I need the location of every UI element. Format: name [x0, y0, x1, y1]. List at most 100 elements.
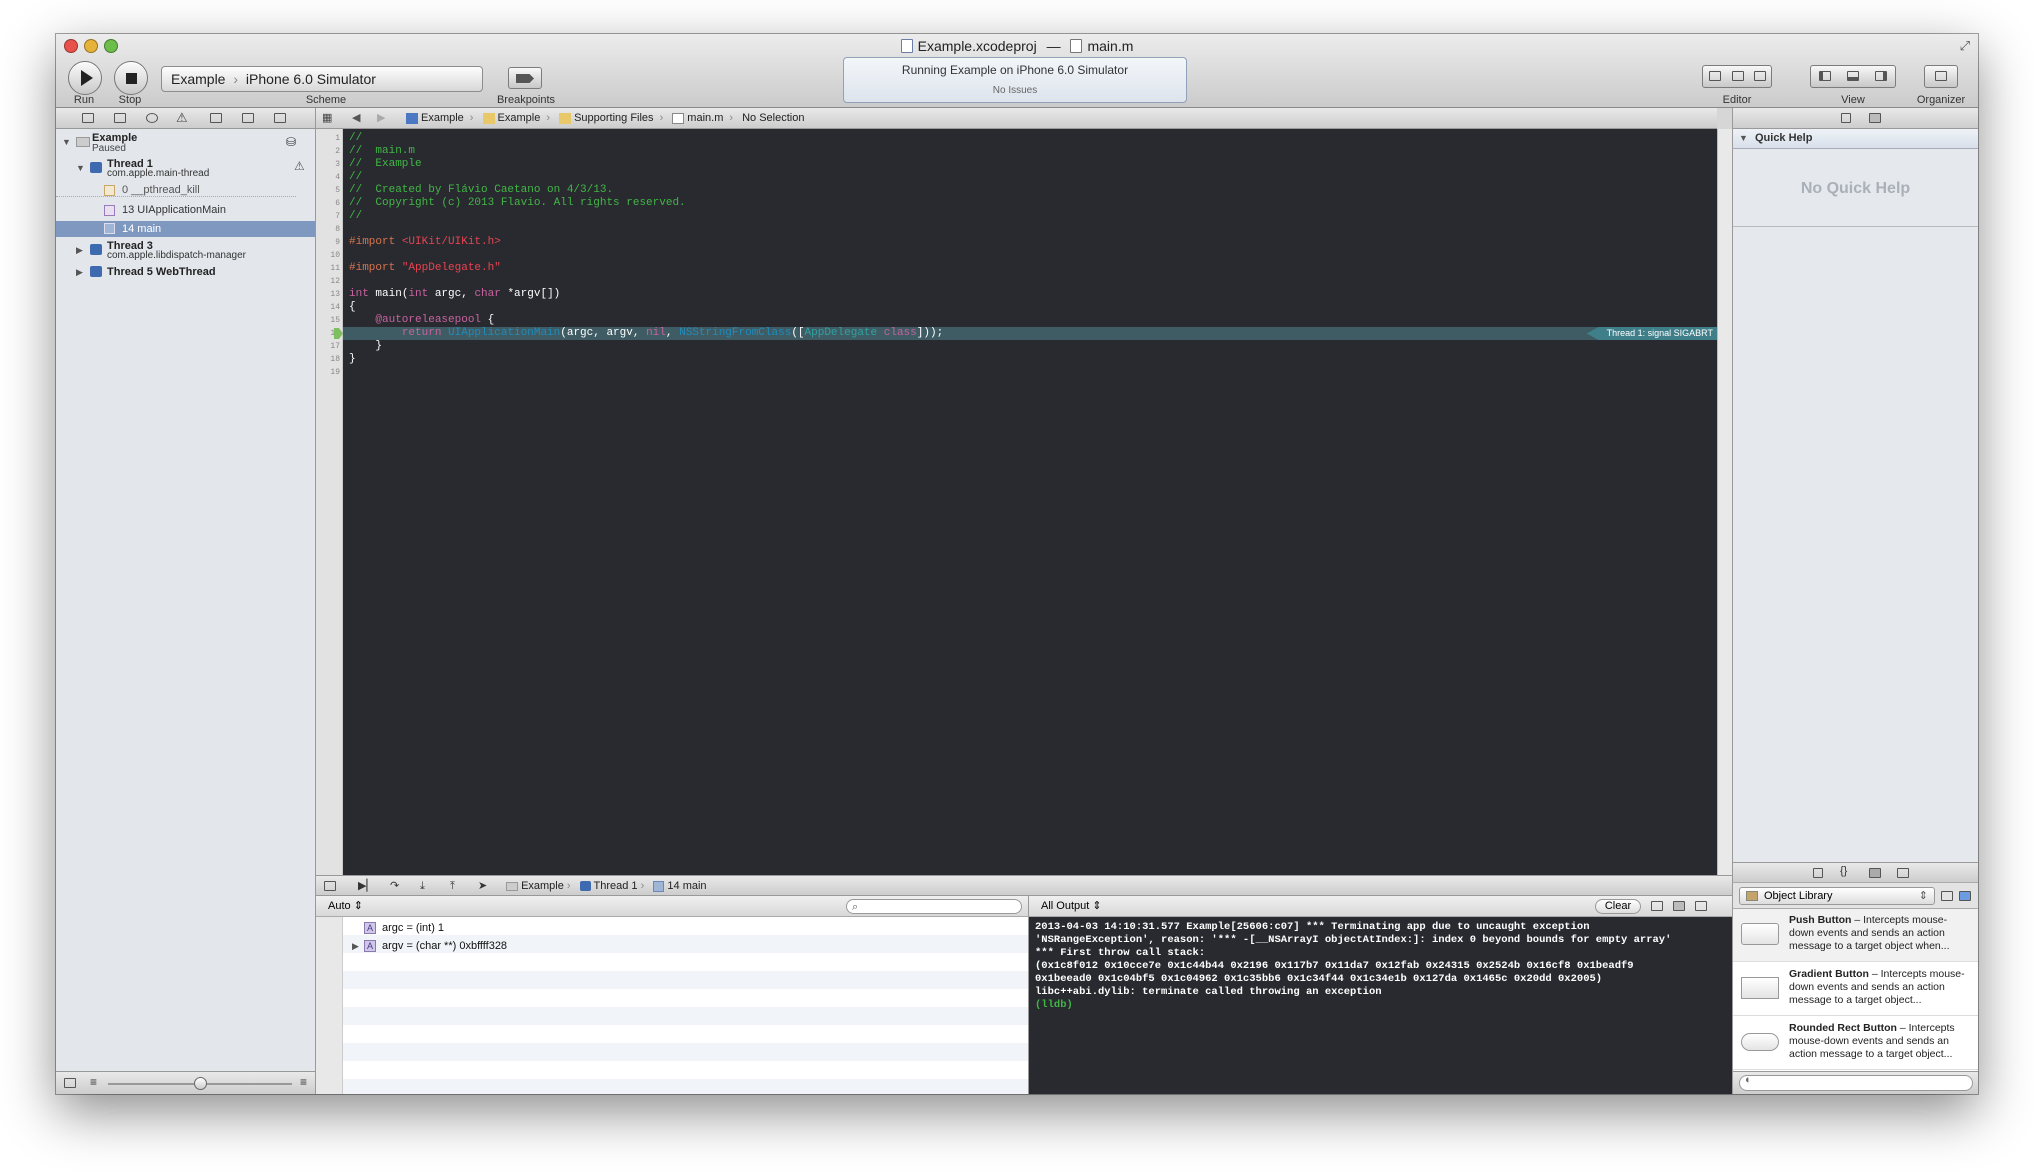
code-line[interactable]: //	[349, 210, 362, 223]
instruction-pointer-icon[interactable]	[334, 328, 343, 339]
variable-row[interactable]: ▶ Aargv = (char **) 0xbffff328	[352, 937, 507, 955]
library-popup[interactable]: Object Library ⇕	[1739, 887, 1935, 905]
run-button[interactable]	[68, 61, 102, 95]
code-line[interactable]: // main.m	[349, 145, 415, 158]
stop-button[interactable]	[114, 61, 148, 95]
thread-row-1[interactable]: ▼ Thread 1 com.apple.main-thread ⚠	[56, 158, 315, 181]
related-items-icon[interactable]: ▦	[322, 108, 332, 128]
icon-view-icon[interactable]	[1941, 891, 1953, 901]
editor-mode-segmented[interactable]	[1702, 65, 1772, 88]
object-library-list[interactable]: Push Button – Intercepts mouse-down even…	[1732, 909, 1978, 1071]
code-line[interactable]: //	[349, 132, 362, 145]
view-segmented[interactable]	[1810, 65, 1896, 88]
variables-search-field[interactable]: ⌕	[846, 899, 1022, 914]
back-arrow-icon[interactable]: ◀	[352, 108, 360, 128]
object-library-icon	[1746, 891, 1758, 901]
object-library-icon[interactable]	[1869, 868, 1881, 878]
code-line[interactable]: }	[349, 340, 382, 353]
log-navigator-icon[interactable]	[274, 113, 286, 123]
utilities-toggle-icon[interactable]	[1875, 71, 1887, 81]
media-library-icon[interactable]	[1897, 868, 1909, 878]
breadcrumb-supporting-files[interactable]: Supporting Files	[559, 108, 654, 128]
clear-console-button[interactable]: Clear	[1595, 899, 1641, 914]
disclosure-closed-icon[interactable]: ▶	[76, 243, 83, 257]
line-number-gutter[interactable]: 12345678910111213141516171819	[316, 129, 343, 875]
library-item[interactable]: Push Button – Intercepts mouse-down even…	[1733, 909, 1978, 962]
disclosure-open-icon[interactable]: ▼	[76, 161, 85, 175]
show-console-only-icon[interactable]	[1695, 901, 1707, 911]
standard-editor-icon[interactable]	[1709, 71, 1721, 81]
step-into-icon[interactable]: ⤓	[420, 876, 425, 896]
code-line[interactable]: #import "AppDelegate.h"	[349, 262, 501, 275]
simulate-location-icon[interactable]: ➤	[478, 876, 487, 896]
editor-scrollbar[interactable]	[1717, 129, 1732, 875]
show-both-icon[interactable]	[1673, 901, 1685, 911]
source-editor[interactable]: Thread 1: signal SIGABRT //// main.m// E…	[343, 129, 1717, 875]
hide-debug-area-icon[interactable]	[324, 881, 336, 891]
step-over-icon[interactable]: ↷	[390, 876, 399, 896]
organizer-button[interactable]	[1924, 65, 1958, 88]
process-row[interactable]: ▼ Example Paused ⛁	[56, 131, 315, 155]
show-variables-only-icon[interactable]	[1651, 901, 1663, 911]
frame-row-0[interactable]: 0 __pthread_kill	[56, 183, 296, 197]
thread-row-3[interactable]: ▶ Thread 3 com.apple.libdispatch-manager	[56, 240, 315, 263]
disclosure-closed-icon[interactable]: ▶	[76, 265, 83, 279]
continue-icon[interactable]: ▶▏	[358, 876, 375, 896]
frame-row-13[interactable]: 13 UIApplicationMain	[56, 203, 315, 217]
symbol-navigator-icon[interactable]	[114, 113, 126, 123]
code-line[interactable]: #import <UIKit/UIKit.h>	[349, 236, 501, 249]
code-line[interactable]: int main(int argc, char *argv[])	[349, 288, 560, 301]
library-item[interactable]: Gradient Button – Intercepts mouse-down …	[1733, 963, 1978, 1016]
library-item[interactable]: Rounded Rect Button – Intercepts mouse-d…	[1733, 1017, 1978, 1070]
console-output-popup[interactable]: All Output ⇕	[1041, 896, 1102, 916]
library-filter-field[interactable]: ◐	[1739, 1074, 1973, 1091]
code-line[interactable]: @autoreleasepool {	[349, 314, 494, 327]
assistant-editor-icon[interactable]	[1732, 71, 1744, 81]
forward-arrow-icon[interactable]: ▶	[377, 108, 385, 128]
list-view-icon[interactable]	[1959, 891, 1971, 901]
compress-stack-icon[interactable]: ≡	[90, 1075, 97, 1089]
variables-view[interactable]: Aargc = (int) 1 ▶ Aargv = (char **) 0xbf…	[316, 917, 1028, 1094]
disclosure-closed-icon[interactable]: ▶	[352, 937, 359, 955]
issue-navigator-icon[interactable]: ⚠	[176, 110, 188, 126]
variable-row[interactable]: Aargc = (int) 1	[364, 919, 444, 937]
step-out-icon[interactable]: ⤒	[450, 876, 455, 896]
search-navigator-icon[interactable]	[146, 113, 158, 123]
code-snippet-library-icon[interactable]: {}	[1840, 865, 1847, 877]
variables-scope-popup[interactable]: Auto ⇕	[328, 896, 363, 916]
file-inspector-icon[interactable]	[1841, 113, 1851, 123]
thread-row-5[interactable]: ▶ Thread 5 WebThread	[56, 265, 315, 279]
breadcrumb-group[interactable]: Example	[482, 108, 540, 128]
code-line[interactable]: // Copyright (c) 2013 Flavio. All rights…	[349, 197, 686, 210]
debug-gauges-icon[interactable]: ⛁	[286, 135, 296, 149]
show-only-crashed-icon[interactable]	[64, 1078, 76, 1088]
quick-help-header[interactable]: ▼ Quick Help	[1732, 129, 1978, 149]
slider-knob[interactable]	[194, 1077, 207, 1090]
list-icon[interactable]: ≡	[300, 1075, 307, 1089]
fullscreen-icon[interactable]: ⤢	[1960, 38, 1970, 54]
breakpoints-button[interactable]	[508, 67, 542, 89]
navigator-toggle-icon[interactable]	[1819, 71, 1831, 81]
scheme-popup[interactable]: Example › iPhone 6.0 Simulator	[161, 66, 483, 92]
file-template-library-icon[interactable]	[1813, 868, 1823, 878]
console-output[interactable]: 2013-04-03 14:10:31.577 Example[25606:c0…	[1028, 917, 1732, 1094]
breadcrumb-project[interactable]: Example	[406, 108, 464, 128]
breakpoint-navigator-icon[interactable]	[242, 113, 254, 123]
code-line[interactable]: }	[349, 353, 356, 366]
code-line[interactable]: // Example	[349, 158, 422, 171]
code-line[interactable]: {	[349, 301, 356, 314]
frame-row-14-selected[interactable]: 14 main	[56, 221, 315, 237]
disclosure-open-icon[interactable]: ▼	[62, 135, 71, 149]
disclosure-open-icon[interactable]: ▼	[1739, 133, 1748, 143]
breadcrumb-file[interactable]: main.m	[672, 108, 723, 128]
breadcrumb-symbol[interactable]: No Selection	[742, 108, 804, 128]
code-line[interactable]: // Created by Flávio Caetano on 4/3/13.	[349, 184, 613, 197]
quick-help-inspector-icon[interactable]	[1869, 113, 1881, 123]
code-line[interactable]: //	[349, 171, 362, 184]
debug-navigator-icon[interactable]	[210, 113, 222, 123]
project-navigator-icon[interactable]	[82, 113, 94, 123]
version-editor-icon[interactable]	[1754, 71, 1766, 81]
debug-area-toggle-icon[interactable]	[1847, 71, 1859, 81]
error-annotation[interactable]: Thread 1: signal SIGABRT	[1586, 327, 1717, 340]
code-line[interactable]: return UIApplicationMain(argc, argv, nil…	[349, 327, 943, 340]
